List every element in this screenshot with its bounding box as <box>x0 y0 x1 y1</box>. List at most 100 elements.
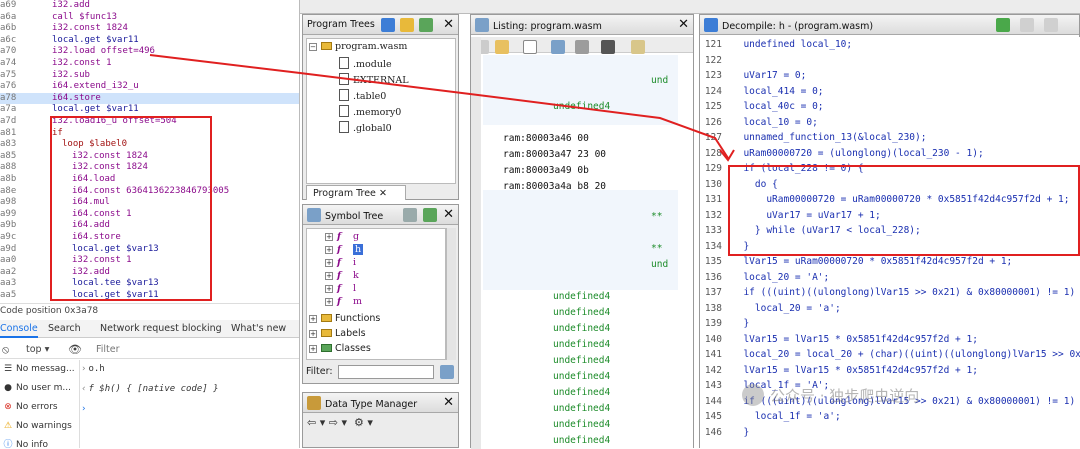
close-icon[interactable]: ✕ <box>443 17 454 33</box>
tree-node-module[interactable]: .module <box>339 57 392 70</box>
code-line[interactable]: aa0 i32.const 1 <box>0 255 299 267</box>
function-item-g[interactable]: + f g <box>325 231 359 242</box>
merge-icon[interactable] <box>419 18 433 32</box>
folder-icon[interactable] <box>400 18 414 32</box>
listing-row[interactable]: ram:80003a47 23 00 <box>503 149 606 160</box>
code-line[interactable]: a7a local.get $var11 <box>0 104 299 116</box>
level-messages[interactable]: ☰ No messag... <box>2 360 80 379</box>
code-line[interactable]: a76 i64.extend_i32_u <box>0 81 299 93</box>
code-line[interactable]: a9b i64.add <box>0 220 299 232</box>
level-warnings[interactable]: ⚠ No warnings <box>2 417 80 436</box>
listing-row[interactable]: ram:80003a46 00 <box>503 133 589 144</box>
close-icon[interactable]: ✕ <box>443 395 454 411</box>
decompile-line[interactable]: 142 lVar15 = lVar15 * 0x5851f42d4c957f2d… <box>700 363 1080 379</box>
symbol-tree-scrollbar[interactable] <box>446 228 456 360</box>
console-prompt[interactable]: › <box>82 402 86 416</box>
level-user-messages[interactable]: ● No user m... <box>2 379 80 398</box>
tab-search[interactable]: Search <box>48 323 81 334</box>
function-item-m[interactable]: + f m <box>325 296 362 307</box>
decompile-line[interactable]: 141 local_20 = local_20 + (char)((uint)(… <box>700 347 1080 363</box>
field-icon[interactable] <box>551 40 565 54</box>
diff-icon[interactable] <box>575 40 589 54</box>
code-line[interactable]: a81 if <box>0 128 299 140</box>
refresh-icon[interactable] <box>996 18 1010 32</box>
function-item-k[interactable]: + f k <box>325 270 359 281</box>
decompile-line[interactable]: 146 } <box>700 425 1080 441</box>
tree-node-memory0[interactable]: .memory0 <box>339 105 401 118</box>
snapshot-icon[interactable] <box>601 40 615 54</box>
tab-console[interactable]: Console <box>0 323 38 338</box>
code-line[interactable]: a75 i32.sub <box>0 70 299 82</box>
console-filter-input[interactable] <box>96 342 296 356</box>
group-classes[interactable]: + Classes <box>309 343 371 354</box>
decompile-line[interactable]: 138 local_20 = 'a'; <box>700 301 1080 317</box>
tree-node-external[interactable]: EXTERNAL <box>339 73 409 86</box>
decompile-line[interactable]: 125 local_40c = 0; <box>700 99 1080 115</box>
decompile-line[interactable]: 133 } while (uVar17 < local_228); <box>700 223 1080 239</box>
decompile-line[interactable]: 134 } <box>700 239 1080 255</box>
function-item-h[interactable]: + f h <box>325 244 364 255</box>
decompile-line[interactable]: 132 uVar17 = uVar17 + 1; <box>700 208 1080 224</box>
code-line[interactable]: aa5 local.get $var11 <box>0 290 299 302</box>
level-info[interactable]: ⓘ No info <box>2 436 80 448</box>
decompile-line[interactable]: 124 local_414 = 0; <box>700 84 1080 100</box>
close-icon[interactable]: ✕ <box>678 17 689 33</box>
code-line[interactable]: aa2 i32.add <box>0 267 299 279</box>
tree-node-table0[interactable]: .table0 <box>339 89 386 102</box>
decompile-line[interactable]: 130 do { <box>700 177 1080 193</box>
code-line[interactable]: a98 i64.mul <box>0 197 299 209</box>
decompile-line[interactable]: 121 undefined local_10; <box>700 37 1080 53</box>
code-line[interactable]: a88 i32.const 1824 <box>0 162 299 174</box>
navigate-icon[interactable] <box>423 208 437 222</box>
decompile-line[interactable]: 129 if (local_228 != 0) { <box>700 161 1080 177</box>
decompile-line[interactable]: 140 lVar15 = lVar15 * 0x5851f42d4c957f2d… <box>700 332 1080 348</box>
listing-row[interactable]: ram:80003a49 0b <box>503 165 589 176</box>
function-item-l[interactable]: + f l <box>325 283 356 294</box>
code-line[interactable]: a99 i64.const 1 <box>0 209 299 221</box>
close-icon[interactable]: ✕ <box>379 188 387 199</box>
code-line[interactable]: a9c i64.store <box>0 232 299 244</box>
snapshot-icon[interactable] <box>1044 18 1058 32</box>
decompile-line[interactable]: 127 unnamed_function_13(&local_230); <box>700 130 1080 146</box>
eye-icon[interactable]: 👁 <box>68 343 82 356</box>
level-errors[interactable]: ⊗ No errors <box>2 398 80 417</box>
decompile-line[interactable]: 135 lVar15 = uRam00000720 * 0x5851f42d4c… <box>700 254 1080 270</box>
decompile-line[interactable]: 139 } <box>700 316 1080 332</box>
decompile-line[interactable]: 137 if (((uint)((ulonglong)lVar15 >> 0x2… <box>700 285 1080 301</box>
decompile-line[interactable]: 131 uRam00000720 = uRam00000720 * 0x5851… <box>700 192 1080 208</box>
group-functions[interactable]: + Functions <box>309 313 380 324</box>
group-labels[interactable]: + Labels <box>309 328 366 339</box>
decompile-line[interactable]: 123 uVar17 = 0; <box>700 68 1080 84</box>
code-line[interactable]: a85 i32.const 1824 <box>0 151 299 163</box>
decompile-line[interactable]: 145 local_1f = 'a'; <box>700 409 1080 425</box>
code-line[interactable]: a6c local.get $var11 <box>0 35 299 47</box>
code-line[interactable]: a7d i32.load16_u offset=504 <box>0 116 299 128</box>
clear-console-icon[interactable]: ⦸ <box>2 343 9 357</box>
paste-icon[interactable] <box>495 40 509 54</box>
listing-row[interactable]: ram:80003a4a b8 20 <box>503 181 606 192</box>
symbol-filter-input[interactable] <box>338 365 434 379</box>
decompile-line[interactable]: 136 local_20 = 'A'; <box>700 270 1080 286</box>
decompile-line[interactable]: 126 local_10 = 0; <box>700 115 1080 131</box>
new-namespace-icon[interactable] <box>403 208 417 222</box>
tab-whats-new[interactable]: What's new <box>231 323 286 334</box>
dtm-nav-arrows[interactable]: ⇦ ▾ ⇨ ▾ ⚙ ▾ <box>307 416 373 429</box>
decompile-line[interactable]: 122 <box>700 53 1080 69</box>
close-icon[interactable]: ✕ <box>443 207 454 223</box>
tree-icon[interactable] <box>381 18 395 32</box>
filter-options-icon[interactable] <box>440 365 454 379</box>
tree-root[interactable]: − program.wasm <box>309 41 407 52</box>
code-line[interactable]: a69 i32.add <box>0 0 299 12</box>
code-line[interactable]: a74 i32.const 1 <box>0 58 299 70</box>
code-line[interactable]: a8b i64.load <box>0 174 299 186</box>
code-line[interactable]: a6a call $func13 <box>0 12 299 24</box>
cursor-icon[interactable] <box>523 40 537 54</box>
tab-network-request-blocking[interactable]: Network request blocking <box>100 323 222 334</box>
code-line[interactable]: a83 loop $label0 <box>0 139 299 151</box>
tab-program-tree[interactable]: Program Tree ✕ <box>306 185 406 200</box>
code-line[interactable]: a6b i32.const 1824 <box>0 23 299 35</box>
tree-node-global0[interactable]: .global0 <box>339 121 392 134</box>
code-line[interactable]: a9d local.get $var13 <box>0 244 299 256</box>
code-line[interactable]: a70 i32.load offset=496 <box>0 46 299 58</box>
function-item-i[interactable]: + f i <box>325 257 356 268</box>
